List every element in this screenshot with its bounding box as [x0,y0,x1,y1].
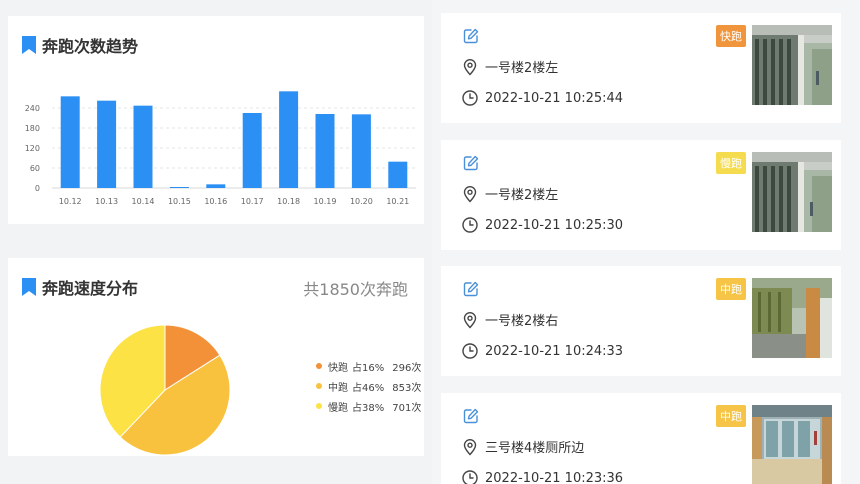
record-card[interactable]: 一号楼2楼左 2022-10-21 10:25:30 慢跑 [441,140,841,250]
pie-legend: 快跑 占16% 296次 中跑 占46% 853次 慢跑 占38% 701次 [316,356,421,416]
snapshot-thumbnail[interactable] [752,25,832,105]
clock-icon [462,90,478,106]
x-tick-label: 10.19 [314,197,337,206]
bar [351,114,371,188]
x-tick-label: 10.14 [132,197,155,206]
record-time-row: 2022-10-21 10:24:33 [461,342,623,360]
snapshot-thumbnail[interactable] [752,152,832,232]
record-card[interactable]: 一号楼2楼左 2022-10-21 10:25:44 快跑 [441,13,841,123]
y-tick-label: 60 [30,164,40,173]
location-pin-icon [463,438,477,456]
legend-count: 296次 [392,362,422,374]
x-tick-label: 10.18 [277,197,300,206]
x-tick-label: 10.16 [204,197,227,206]
record-location-row: 三号楼4楼厕所边 [461,437,584,456]
x-tick-label: 10.15 [168,197,191,206]
legend-pct: 占38% [352,402,385,414]
bar [315,114,335,188]
record-location-row: 一号楼2楼左 [461,184,558,203]
bar [97,100,117,188]
legend-dot [316,383,322,389]
record-time: 2022-10-21 10:25:30 [485,217,624,233]
legend-count: 853次 [392,382,422,394]
record-time: 2022-10-21 10:24:33 [485,343,624,359]
location-pin-icon [463,311,477,329]
legend-dot [316,363,322,369]
record-list: 一号楼2楼左 2022-10-21 10:25:44 快跑 一号楼2楼左 202… [432,0,860,484]
speed-panel: 奔跑速度分布 共1850次奔跑 快跑 占16% 296次 中跑 占46% 853… [8,258,424,456]
record-card[interactable]: 一号楼2楼右 2022-10-21 10:24:33 中跑 [441,266,841,376]
speed-badge: 慢跑 [716,152,746,174]
y-tick-label: 240 [25,104,40,113]
bar [133,105,153,188]
record-location: 三号楼4楼厕所边 [485,441,585,456]
x-tick-label: 10.12 [59,197,82,206]
trend-bar-chart: 0 60 120 180 240 10.12 10.13 10.14 10.15 10.16 10.… [25,91,416,206]
record-time-row: 2022-10-21 10:25:44 [461,89,623,107]
record-time-row: 2022-10-21 10:23:36 [461,469,623,484]
location-pin-icon [463,58,477,76]
record-location-row: 一号楼2楼左 [461,57,558,76]
legend-pct: 占46% [352,382,385,394]
speed-badge: 中跑 [716,278,746,300]
speed-pie-chart [99,324,231,456]
edit-icon[interactable] [463,281,479,297]
snapshot-thumbnail[interactable] [752,405,832,484]
legend-dot [316,403,322,409]
record-time-row: 2022-10-21 10:25:30 [461,216,623,234]
record-location: 一号楼2楼左 [485,188,559,203]
bar [60,96,80,188]
edit-icon[interactable] [463,408,479,424]
record-time: 2022-10-21 10:25:44 [485,90,624,106]
clock-icon [462,343,478,359]
bar [169,187,189,188]
x-tick-label: 10.17 [241,197,264,206]
legend-item: 快跑 占16% 296次 [316,356,421,376]
snapshot-thumbnail[interactable] [752,278,832,358]
legend-name: 中跑 [328,382,348,394]
trend-panel: 奔跑次数趋势 0 60 120 180 240 10.12 10.13 10.14 10.15 1… [8,16,424,224]
legend-name: 快跑 [328,362,348,374]
y-tick-label: 180 [25,124,40,133]
bar [242,113,262,188]
clock-icon [462,470,478,484]
location-pin-icon [463,185,477,203]
record-location: 一号楼2楼左 [485,61,559,76]
bar [206,184,226,188]
legend-item: 慢跑 占38% 701次 [316,396,421,416]
speed-badge: 中跑 [716,405,746,427]
legend-name: 慢跑 [328,402,348,414]
bar [388,161,408,188]
x-tick-label: 10.20 [350,197,373,206]
legend-item: 中跑 占46% 853次 [316,376,421,396]
record-time: 2022-10-21 10:23:36 [485,470,624,484]
edit-icon[interactable] [463,28,479,44]
edit-icon[interactable] [463,155,479,171]
legend-pct: 占16% [352,362,385,374]
y-tick-label: 120 [25,144,40,153]
speed-badge: 快跑 [716,25,746,47]
y-tick-label: 0 [35,184,40,193]
record-location-row: 一号楼2楼右 [461,310,558,329]
total-runs: 共1850次奔跑 [303,280,408,299]
x-tick-label: 10.13 [95,197,118,206]
bar [279,91,299,188]
x-tick-label: 10.21 [386,197,409,206]
legend-count: 701次 [392,402,422,414]
record-location: 一号楼2楼右 [485,314,559,329]
clock-icon [462,217,478,233]
record-card[interactable]: 三号楼4楼厕所边 2022-10-21 10:23:36 中跑 [441,393,841,484]
